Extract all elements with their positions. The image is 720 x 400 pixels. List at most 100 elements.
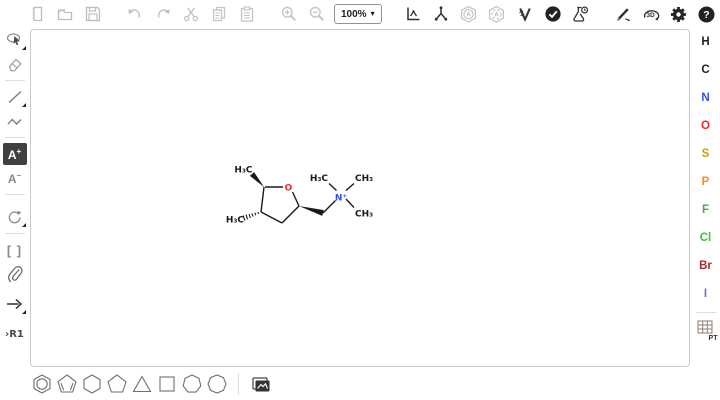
undo-button[interactable] [124, 3, 146, 25]
check-structure-button[interactable] [542, 3, 564, 25]
cyclopropane-icon [131, 373, 153, 395]
calculate-cip-button[interactable] [514, 3, 536, 25]
bond-o-c5[interactable] [293, 192, 300, 206]
calculate-cip-icon [516, 5, 534, 23]
atom-label-methyl[interactable]: H₃C [234, 166, 252, 176]
redo-button[interactable] [152, 3, 174, 25]
s-group-button[interactable]: [ ] [3, 239, 27, 261]
element-button-H[interactable]: H [693, 28, 719, 56]
pen-icon [614, 5, 632, 23]
r-group-label-button[interactable]: ›R1 [3, 323, 27, 345]
element-button-Cl[interactable]: Cl [693, 224, 719, 252]
wedge-bond-ch2[interactable] [299, 206, 324, 216]
meta-group: 3D ? [612, 3, 720, 25]
paste-icon [238, 5, 256, 23]
molecule-drawing[interactable]: H₃C O H₃C N⁺ H₃C CH₃ CH₃ [31, 30, 691, 368]
charge-plus-button[interactable]: A+ [3, 143, 27, 165]
atom-label-methyl[interactable]: CH₃ [355, 210, 373, 220]
dropdown-corner-icon [22, 103, 26, 107]
svg-text:A: A [466, 12, 471, 18]
element-button-N[interactable]: N [693, 84, 719, 112]
single-bond-button[interactable] [3, 86, 27, 108]
toolbar-divider [5, 194, 25, 195]
template-cyclohexane-button[interactable] [79, 372, 104, 396]
copy-button[interactable] [208, 3, 230, 25]
dearomatize-icon: A [487, 5, 506, 24]
drawing-canvas[interactable]: H₃C O H₃C N⁺ H₃C CH₃ CH₃ [30, 29, 690, 367]
check-circle-icon [544, 5, 562, 23]
dearomatize-button[interactable]: A [486, 3, 508, 25]
copy-icon [210, 5, 228, 23]
atom-label-nitrogen[interactable]: N⁺ [335, 194, 348, 204]
template-cyclopropane-button[interactable] [129, 372, 154, 396]
recognize-molecule-button[interactable] [612, 3, 634, 25]
element-button-C[interactable]: C [693, 56, 719, 84]
atom-label-methyl[interactable]: CH₃ [355, 174, 373, 184]
bond-n-methyl-bottom[interactable] [346, 199, 354, 208]
element-button-F[interactable]: F [693, 196, 719, 224]
svg-text:?: ? [703, 9, 709, 21]
bond-ch2-n[interactable] [323, 201, 336, 214]
paperclip-icon [6, 265, 24, 284]
reaction-arrow-button[interactable] [3, 293, 27, 315]
bond-n-methyl-top[interactable] [346, 184, 354, 191]
cut-icon [182, 5, 200, 23]
dropdown-caret-icon: ▾ [371, 10, 375, 18]
element-button-P[interactable]: P [693, 168, 719, 196]
zoom-group: 100% ▾ [278, 3, 382, 25]
cyclooctane-icon [206, 373, 228, 395]
dropdown-corner-icon [22, 310, 26, 314]
rotate-tool-button[interactable] [3, 206, 27, 228]
atom-label-methyl[interactable]: H₃C [226, 216, 244, 226]
chain-button[interactable] [3, 110, 27, 132]
settings-button[interactable] [668, 3, 690, 25]
calculated-values-button[interactable] [570, 3, 592, 25]
element-button-S[interactable]: S [693, 140, 719, 168]
bond-c3-c4[interactable] [261, 212, 282, 223]
toolbar-divider [696, 312, 716, 313]
periodic-table-button[interactable]: PT [693, 317, 719, 343]
bond-n-methyl-left[interactable] [329, 184, 337, 191]
template-cyclooctane-button[interactable] [204, 372, 229, 396]
bond-c2-c3[interactable] [261, 187, 264, 212]
hash-bond-methyl-left[interactable] [243, 212, 258, 221]
lasso-selection-button[interactable] [3, 29, 27, 51]
charge-minus-button[interactable]: A− [3, 167, 27, 189]
atom-label-oxygen[interactable]: O [285, 184, 293, 194]
clean-up-button[interactable] [430, 3, 452, 25]
template-benzene-button[interactable] [29, 372, 54, 396]
aromatize-icon: A [459, 5, 478, 24]
dropdown-corner-icon [22, 223, 26, 227]
cyclopentadiene-icon [56, 373, 78, 395]
save-button[interactable] [82, 3, 104, 25]
aromatize-button[interactable]: A [458, 3, 480, 25]
element-button-I[interactable]: I [693, 280, 719, 308]
erase-button[interactable] [3, 53, 27, 75]
clear-canvas-button[interactable] [26, 3, 48, 25]
3d-viewer-button[interactable]: 3D [640, 3, 662, 25]
template-cyclopentadiene-button[interactable] [54, 372, 79, 396]
zoom-level-dropdown[interactable]: 100% ▾ [334, 4, 382, 24]
element-button-Br[interactable]: Br [693, 252, 719, 280]
bond-c4-c5[interactable] [282, 206, 299, 223]
paste-button[interactable] [236, 3, 258, 25]
zoom-in-button[interactable] [278, 3, 300, 25]
template-cyclobutane-button[interactable] [154, 372, 179, 396]
element-button-O[interactable]: O [693, 112, 719, 140]
attach-button[interactable] [3, 263, 27, 285]
bottom-toolbar [0, 368, 720, 400]
help-button[interactable]: ? [696, 3, 718, 25]
svg-text:3D: 3D [646, 12, 655, 19]
layout-button[interactable] [402, 3, 424, 25]
atom-label-methyl[interactable]: H₃C [310, 174, 328, 184]
template-cycloheptane-button[interactable] [179, 372, 204, 396]
zoom-out-button[interactable] [306, 3, 328, 25]
cycloheptane-icon [181, 373, 203, 395]
cyclopentane-icon [106, 373, 128, 395]
open-button[interactable] [54, 3, 76, 25]
template-cyclopentane-button[interactable] [104, 372, 129, 396]
structure-tools-group: A A [402, 3, 592, 25]
cut-button[interactable] [180, 3, 202, 25]
template-library-button[interactable] [248, 372, 273, 396]
benzene-icon [31, 373, 53, 395]
